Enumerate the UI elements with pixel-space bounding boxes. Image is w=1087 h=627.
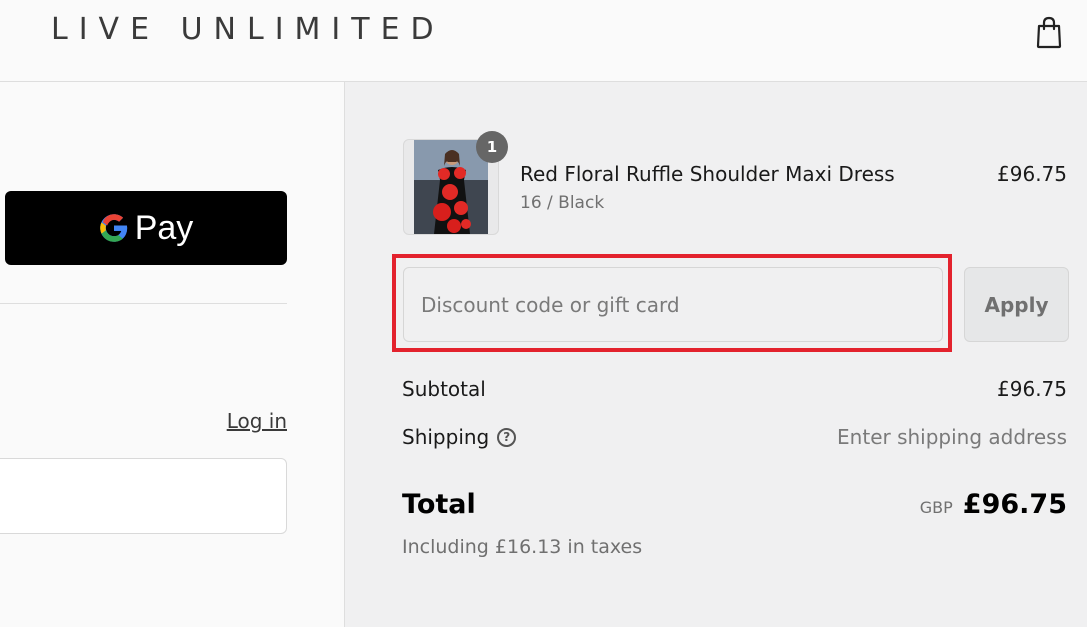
checkout-form-column: Pay Log in [0,82,344,627]
divider [0,303,287,304]
total-amount-group: GBP £96.75 [920,489,1067,520]
total-label: Total [402,489,476,520]
site-header: LIVE UNLIMITED [0,0,1087,82]
login-link[interactable]: Log in [227,409,287,433]
google-pay-button[interactable]: Pay [5,191,287,265]
google-pay-label: Pay [134,209,194,247]
product-variant: 16 / Black [520,193,605,213]
shipping-label: Shipping [402,425,490,449]
shipping-label-group: Shipping ? [402,425,517,449]
product-thumbnail: 1 [403,131,508,235]
email-field[interactable] [0,458,287,534]
shopping-bag-icon[interactable] [1034,15,1064,49]
taxes-note: Including £16.13 in taxes [402,536,643,558]
question-circle-icon[interactable]: ? [497,427,517,447]
currency-code: GBP [919,498,953,517]
order-summary: 1 Red Floral Ruffle Shoulder Maxi Dress … [344,82,1087,627]
total-amount: £96.75 [962,489,1067,520]
apply-discount-button[interactable]: Apply [964,267,1069,342]
product-name: Red Floral Ruffle Shoulder Maxi Dress [520,162,895,186]
subtotal-value: £96.75 [997,377,1067,401]
google-g-icon [99,214,127,242]
product-price: £96.75 [997,162,1067,186]
subtotal-label: Subtotal [402,377,486,401]
quantity-badge: 1 [476,131,508,163]
shipping-value: Enter shipping address [837,425,1067,449]
brand-logo[interactable]: LIVE UNLIMITED [51,12,445,47]
discount-code-input[interactable] [403,267,943,342]
